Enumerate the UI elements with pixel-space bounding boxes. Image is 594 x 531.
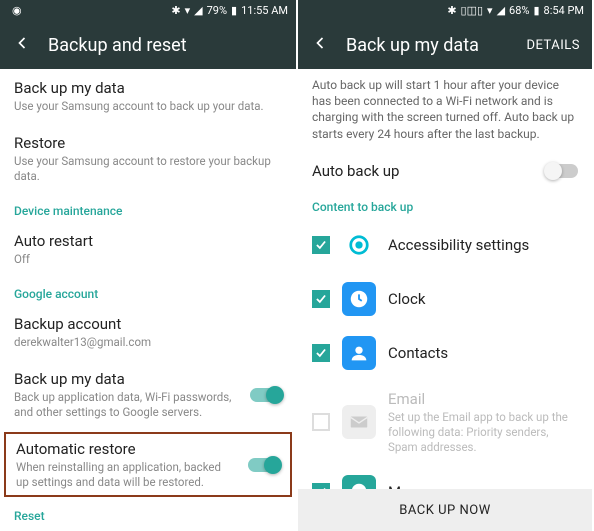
accessibility-icon (342, 228, 376, 262)
checkbox-contacts[interactable] (312, 344, 330, 362)
sublabel: When reinstalling an application, backed… (16, 460, 236, 490)
label: Restore (14, 134, 282, 152)
clock-text: 8:54 PM (544, 4, 584, 17)
clock-text: 11:55 AM (241, 4, 288, 17)
details-button[interactable]: DETAILS (526, 38, 580, 53)
bluetooth-icon: ✱ (447, 4, 456, 17)
bluetooth-icon: ✱ (171, 4, 180, 17)
label: Auto back up (312, 162, 534, 180)
backup-list[interactable]: Auto back up will start 1 hour after you… (298, 69, 592, 531)
row-auto-backup[interactable]: Auto back up (298, 152, 592, 190)
app-bar: Back up my data DETAILS (298, 21, 592, 69)
row-backup-data-google[interactable]: Back up my data Back up application data… (0, 360, 296, 430)
panel-backup-reset: ◉ ✱ ▾ ◢ 79% ▮ 11:55 AM Backup and reset … (0, 0, 296, 531)
toggle-auto-backup[interactable] (546, 164, 578, 178)
sublabel: Off (14, 252, 282, 267)
label: Clock (388, 290, 578, 308)
section-content-to-backup: Content to back up (298, 190, 592, 218)
wifi-icon: ▾ (487, 4, 493, 17)
checkbox-email (312, 413, 330, 431)
email-icon (342, 405, 376, 439)
backup-now-label: BACK UP NOW (399, 503, 490, 518)
label: Auto restart (14, 232, 282, 250)
sublabel: Set up the Email app to back up the foll… (388, 410, 578, 455)
vibrate-icon: ▯◫▯ (461, 4, 484, 17)
row-contacts[interactable]: Contacts (298, 326, 592, 380)
section-device-maintenance: Device maintenance (0, 194, 296, 222)
signal-icon: ◢ (194, 4, 202, 17)
label: Contacts (388, 344, 578, 362)
wifi-icon: ▾ (185, 4, 191, 17)
section-google-account: Google account (0, 277, 296, 305)
signal-icon: ◢ (497, 4, 505, 17)
battery-icon: ▮ (231, 4, 237, 17)
page-title: Back up my data (346, 35, 526, 56)
row-restore[interactable]: Restore Use your Samsung account to rest… (0, 124, 296, 194)
row-backup-my-data[interactable]: Back up my data Use your Samsung account… (0, 69, 296, 124)
battery-pct: 68% (509, 4, 529, 17)
label: Backup account (14, 315, 282, 333)
row-auto-restart[interactable]: Auto restart Off (0, 222, 296, 277)
checkbox-accessibility[interactable] (312, 236, 330, 254)
label: Back up my data (14, 370, 238, 388)
row-accessibility[interactable]: Accessibility settings (298, 218, 592, 272)
row-backup-account[interactable]: Backup account derekwalter13@gmail.com (0, 305, 296, 360)
panel-backup-my-data: ✱ ▯◫▯ ▾ ◢ 68% ▮ 8:54 PM Back up my data … (296, 0, 592, 531)
sublabel: derekwalter13@gmail.com (14, 335, 282, 350)
settings-list[interactable]: Back up my data Use your Samsung account… (0, 69, 296, 531)
row-automatic-restore[interactable]: Automatic restore When reinstalling an a… (4, 432, 292, 498)
toggle-automatic-restore[interactable] (248, 458, 280, 472)
toggle-backup-google[interactable] (250, 388, 282, 402)
row-email: Email Set up the Email app to back up th… (298, 380, 592, 465)
back-icon[interactable] (12, 33, 32, 58)
sublabel: Back up application data, Wi-Fi password… (14, 390, 238, 420)
sublabel: Use your Samsung account to restore your… (14, 154, 282, 184)
status-bar: ◉ ✱ ▾ ◢ 79% ▮ 11:55 AM (0, 0, 296, 21)
label: Accessibility settings (388, 236, 578, 254)
back-icon[interactable] (310, 33, 330, 58)
clock-icon (342, 282, 376, 316)
sublabel: Use your Samsung account to back up your… (14, 99, 282, 114)
page-title: Backup and reset (48, 35, 284, 56)
backup-now-button[interactable]: BACK UP NOW (298, 489, 592, 531)
checkbox-clock[interactable] (312, 290, 330, 308)
status-bar: ✱ ▯◫▯ ▾ ◢ 68% ▮ 8:54 PM (298, 0, 592, 21)
app-bar: Backup and reset (0, 21, 296, 69)
battery-pct: 79% (207, 4, 227, 17)
section-reset: Reset (0, 499, 296, 527)
location-icon: ◉ (12, 4, 22, 17)
auto-backup-description: Auto back up will start 1 hour after you… (298, 69, 592, 152)
label: Automatic restore (16, 440, 236, 458)
row-clock[interactable]: Clock (298, 272, 592, 326)
row-factory-data-reset[interactable]: Factory data reset (0, 527, 296, 531)
label: Email (388, 390, 578, 408)
battery-icon: ▮ (533, 4, 539, 17)
contacts-icon (342, 336, 376, 370)
label: Back up my data (14, 79, 282, 97)
